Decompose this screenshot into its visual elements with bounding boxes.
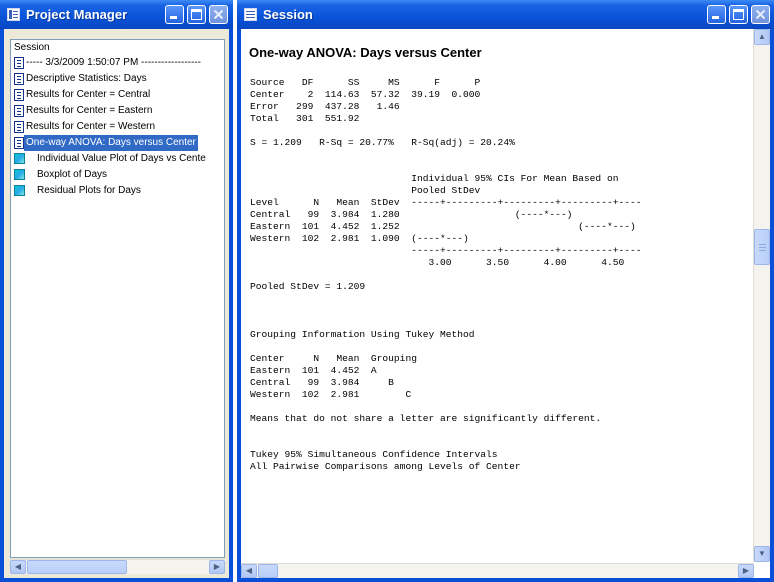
horizontal-scrollbar[interactable]: ◀ ▶ <box>241 563 754 578</box>
maximize-icon <box>733 9 744 20</box>
tree-item-one-way-anova[interactable]: One-way ANOVA: Days versus Center <box>11 135 224 151</box>
output-line: Central 99 3.984 1.280 (----*---) <box>250 209 573 220</box>
tree-header-label: Session <box>14 42 50 53</box>
maximize-button[interactable] <box>729 5 748 24</box>
tree-item-label: ----- 3/3/2009 1:50:07 PM --------------… <box>26 57 201 68</box>
output-line: -----+---------+---------+---------+---- <box>250 245 642 256</box>
tree-item-results-eastern[interactable]: Results for Center = Eastern <box>11 103 224 119</box>
scroll-down-arrow-icon[interactable]: ▼ <box>754 546 770 562</box>
graph-icon <box>14 169 25 180</box>
tree-item-descriptive-statistics[interactable]: Descriptive Statistics: Days <box>11 71 224 87</box>
tree-item-boxplot[interactable]: Boxplot of Days <box>11 167 224 183</box>
window-frame-bottom <box>237 578 774 582</box>
scroll-up-arrow-icon[interactable]: ▲ <box>754 29 770 45</box>
window-frame-bottom <box>0 578 233 582</box>
close-icon <box>755 9 766 20</box>
close-icon <box>213 9 224 20</box>
output-line: Source DF SS MS F P <box>250 77 481 88</box>
close-button[interactable] <box>209 5 228 24</box>
tree-item-label: Boxplot of Days <box>37 169 108 180</box>
tree-item-label: Residual Plots for Days <box>37 185 141 196</box>
minimize-button[interactable] <box>165 5 184 24</box>
output-line: Western 102 2.981 1.090 (----*---) <box>250 233 469 244</box>
scroll-left-arrow-icon[interactable]: ◀ <box>10 560 26 574</box>
output-line: Western 102 2.981 C <box>250 389 412 400</box>
grip-line <box>759 247 766 248</box>
output-line: All Pairwise Comparisons among Levels of… <box>250 461 521 472</box>
session-output[interactable]: One-way ANOVA: Days versus Center Source… <box>241 29 770 578</box>
output-line: Individual 95% CIs For Mean Based on <box>250 173 619 184</box>
tree-item-label: Individual Value Plot of Days vs Cente <box>37 153 206 164</box>
tree-item-residual-plots[interactable]: Residual Plots for Days <box>11 183 224 199</box>
output-line: Grouping Information Using Tukey Method <box>250 329 475 340</box>
window-frame-right <box>229 29 233 582</box>
minimize-icon <box>170 16 177 19</box>
output-line: S = 1.209 R-Sq = 20.77% R-Sq(adj) = 20.2… <box>250 137 515 148</box>
output-line: Eastern 101 4.452 1.252 (----*---) <box>250 221 636 232</box>
minimize-button[interactable] <box>707 5 726 24</box>
horizontal-scrollbar[interactable]: ◀ ▶ <box>10 559 225 574</box>
output-line: Means that do not share a letter are sig… <box>250 413 602 424</box>
output-line: Pooled StDev = 1.209 <box>250 281 366 292</box>
tree-item-results-western[interactable]: Results for Center = Western <box>11 119 224 135</box>
document-icon <box>14 137 24 149</box>
tree-item-label: Results for Center = Western <box>26 121 156 132</box>
output-line: Eastern 101 4.452 A <box>250 365 377 376</box>
maximize-icon <box>191 9 202 20</box>
output-line: Level N Mean StDev -----+---------+-----… <box>250 197 642 208</box>
project-manager-window: Project Manager Session ----- 3/3/2009 1… <box>0 0 233 582</box>
session-title: Session <box>263 7 313 22</box>
graph-icon <box>14 185 25 196</box>
session-icon <box>244 8 257 21</box>
output-line: Center 2 114.63 57.32 39.19 0.000 <box>250 89 481 100</box>
project-tree[interactable]: Session ----- 3/3/2009 1:50:07 PM ------… <box>10 39 225 558</box>
scrollbar-thumb[interactable] <box>258 564 278 578</box>
output-line: Pooled StDev <box>250 185 481 196</box>
grip-line <box>759 244 766 245</box>
document-icon <box>14 89 24 101</box>
project-manager-titlebar[interactable]: Project Manager <box>0 0 233 29</box>
tree-item-results-central[interactable]: Results for Center = Central <box>11 87 224 103</box>
maximize-button[interactable] <box>187 5 206 24</box>
document-icon <box>14 73 24 85</box>
output-heading: One-way ANOVA: Days versus Center <box>249 45 482 60</box>
scroll-right-arrow-icon[interactable]: ▶ <box>209 560 225 574</box>
session-window: Session One-way ANOVA: Days versus Cente… <box>237 0 774 582</box>
tree-item-timestamp[interactable]: ----- 3/3/2009 1:50:07 PM --------------… <box>11 55 224 71</box>
document-icon <box>14 105 24 117</box>
scroll-left-arrow-icon[interactable]: ◀ <box>241 564 257 578</box>
project-manager-title: Project Manager <box>26 7 128 22</box>
graph-icon <box>14 153 25 164</box>
output-text: Source DF SS MS F P Center 2 114.63 57.3… <box>250 77 750 562</box>
window-frame-right <box>770 29 774 582</box>
scrollbar-thumb[interactable] <box>754 229 770 265</box>
tree-header-session[interactable]: Session <box>11 40 224 56</box>
output-line: Center N Mean Grouping <box>250 353 417 364</box>
session-titlebar[interactable]: Session <box>237 0 774 29</box>
tree-item-label: Results for Center = Eastern <box>26 105 153 116</box>
output-line: 3.00 3.50 4.00 4.50 <box>250 257 625 268</box>
output-line: Central 99 3.984 B <box>250 377 394 388</box>
scroll-right-arrow-icon[interactable]: ▶ <box>738 564 754 578</box>
scrollbar-thumb[interactable] <box>27 560 127 574</box>
output-line: Tukey 95% Simultaneous Confidence Interv… <box>250 449 498 460</box>
output-line: Total 301 551.92 <box>250 113 360 124</box>
tree-item-label: One-way ANOVA: Days versus Center <box>24 135 198 151</box>
tree-item-label: Results for Center = Central <box>26 89 151 100</box>
close-button[interactable] <box>751 5 770 24</box>
minimize-icon <box>712 16 719 19</box>
tree-item-individual-value-plot[interactable]: Individual Value Plot of Days vs Cente <box>11 151 224 167</box>
vertical-scrollbar[interactable]: ▲ ▼ <box>753 29 770 562</box>
document-icon <box>14 57 24 69</box>
tree-item-label: Descriptive Statistics: Days <box>26 73 147 84</box>
project-manager-client: Session ----- 3/3/2009 1:50:07 PM ------… <box>4 29 229 578</box>
project-manager-icon <box>7 8 20 21</box>
document-icon <box>14 121 24 133</box>
grip-line <box>759 250 766 251</box>
output-line: Error 299 437.28 1.46 <box>250 101 400 112</box>
